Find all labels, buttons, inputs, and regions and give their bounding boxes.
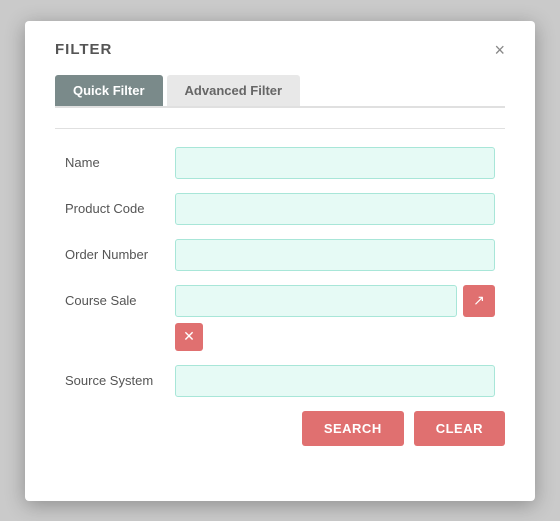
form-body: Name Product Code Order Number Course Sa…	[55, 147, 505, 397]
source-system-input[interactable]	[175, 365, 495, 397]
modal-header: FILTER ×	[55, 41, 505, 59]
order-number-input[interactable]	[175, 239, 495, 271]
name-row: Name	[65, 147, 495, 179]
course-sale-row: Course Sale ↗	[65, 285, 495, 317]
modal-title: FILTER	[55, 41, 112, 58]
product-code-label: Product Code	[65, 201, 175, 216]
course-sale-input-wrap: ↗	[175, 285, 495, 317]
name-label: Name	[65, 155, 175, 170]
product-code-row: Product Code	[65, 193, 495, 225]
source-system-label: Source System	[65, 373, 175, 388]
action-row: SEARCH CLEAR	[55, 411, 505, 446]
course-sale-label: Course Sale	[65, 293, 175, 308]
search-button[interactable]: SEARCH	[302, 411, 404, 446]
x-icon: ✕	[183, 328, 195, 345]
divider	[55, 128, 505, 129]
clear-button[interactable]: CLEAR	[414, 411, 505, 446]
course-sale-arrow-button[interactable]: ↗	[463, 285, 495, 317]
tab-row: Quick Filter Advanced Filter	[55, 75, 505, 108]
product-code-input[interactable]	[175, 193, 495, 225]
tab-advanced-filter[interactable]: Advanced Filter	[167, 75, 301, 106]
course-sale-input[interactable]	[175, 285, 457, 317]
filter-modal: FILTER × Quick Filter Advanced Filter Na…	[25, 21, 535, 501]
order-number-row: Order Number	[65, 239, 495, 271]
modal-overlay: FILTER × Quick Filter Advanced Filter Na…	[0, 0, 560, 521]
tab-quick-filter[interactable]: Quick Filter	[55, 75, 163, 106]
source-system-row: Source System	[65, 365, 495, 397]
close-button[interactable]: ×	[494, 41, 505, 59]
arrow-icon: ↗	[473, 292, 485, 309]
name-input[interactable]	[175, 147, 495, 179]
order-number-label: Order Number	[65, 247, 175, 262]
remove-course-sale-button[interactable]: ✕	[175, 323, 203, 351]
